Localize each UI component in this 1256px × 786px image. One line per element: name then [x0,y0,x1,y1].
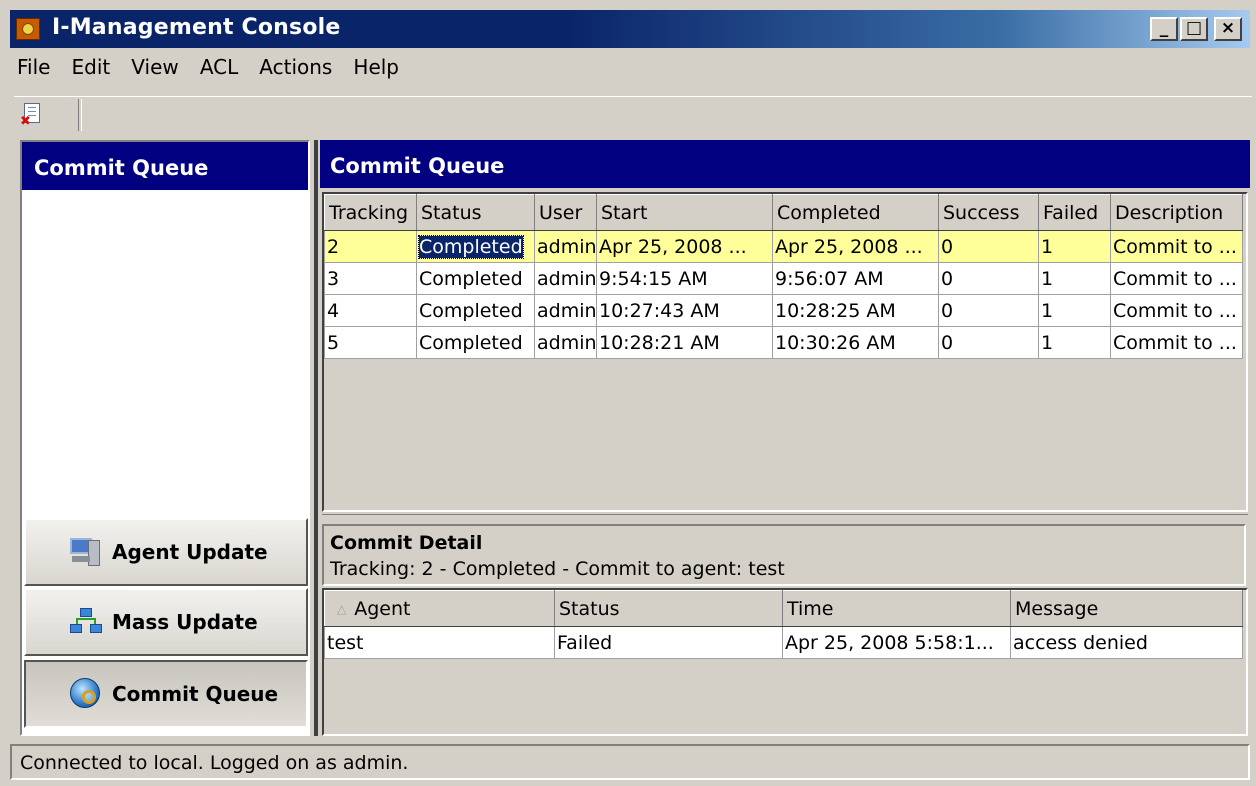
table-header-row: Tracking Status User Start Completed Suc… [324,194,1243,231]
red-x-icon: ✖ [20,114,31,129]
table-row[interactable]: 4 Completed admin 10:27:43 AM 10:28:25 A… [324,294,1243,327]
agent-update-button[interactable]: Agent Update [24,518,308,586]
cell-success[interactable]: 0 [938,294,1039,327]
commit-queue-icon [70,678,102,710]
cell-success[interactable]: 0 [938,326,1039,359]
mass-update-label: Mass Update [112,610,258,634]
cell-user[interactable]: admin [534,326,597,359]
menu-edit[interactable]: Edit [65,52,119,79]
column-header-agent-label: Agent [354,597,411,620]
toolbar-separator [78,99,82,131]
mass-update-button[interactable]: Mass Update [24,588,308,656]
cell-success[interactable]: 0 [938,262,1039,295]
maximize-icon: □ [1185,18,1203,38]
cell-tracking[interactable]: 4 [324,294,417,327]
menu-file[interactable]: File [10,52,58,79]
minimize-icon: _ [1159,18,1169,38]
left-navigation-panel: Commit Queue Agent Update Mass Update Co… [20,140,310,736]
close-icon: × [1220,18,1236,38]
commit-queue-table: Tracking Status User Start Completed Suc… [322,192,1248,512]
menu-view[interactable]: View [124,52,186,79]
mass-update-icon [70,606,102,638]
window-title: I-Management Console [52,15,341,40]
cell-status-text: Completed [418,234,524,259]
commit-detail-panel: Commit Detail Tracking: 2 - Completed - … [322,524,1246,586]
toolbar: ✖ [14,96,1252,135]
column-header-status[interactable]: Status [416,194,535,231]
cell-status[interactable]: Failed [554,626,783,659]
cell-description[interactable]: Commit to ... [1110,294,1243,327]
commit-detail-title: Commit Detail [330,532,483,554]
column-header-tracking[interactable]: Tracking [324,194,417,231]
column-header-message[interactable]: Message [1010,590,1243,627]
cell-success[interactable]: 0 [938,230,1039,263]
cell-failed[interactable]: 1 [1038,230,1111,263]
main-window: I-Management Console _ □ × File Edit Vie… [0,0,1256,786]
agent-update-icon [70,536,102,568]
agent-update-label: Agent Update [112,540,268,564]
menu-help[interactable]: Help [346,52,407,79]
commit-detail-subtitle: Tracking: 2 - Completed - Commit to agen… [330,558,785,580]
commit-queue-label: Commit Queue [112,682,279,706]
column-header-status[interactable]: Status [554,590,783,627]
cell-failed[interactable]: 1 [1038,294,1111,327]
column-header-success[interactable]: Success [938,194,1039,231]
column-header-description[interactable]: Description [1110,194,1243,231]
app-icon[interactable] [16,18,40,40]
left-panel-header: Commit Queue [22,142,308,190]
menu-actions[interactable]: Actions [252,52,340,79]
commit-queue-button[interactable]: Commit Queue [24,660,308,728]
cell-status[interactable]: Completed [416,294,535,327]
maximize-button[interactable]: □ [1180,17,1208,41]
cell-completed[interactable]: 10:30:26 AM [772,326,939,359]
cell-status[interactable]: Completed [416,230,535,263]
title-bar[interactable]: I-Management Console _ □ × [10,10,1250,48]
column-header-failed[interactable]: Failed [1038,194,1111,231]
cell-agent[interactable]: test [324,626,555,659]
minimize-button[interactable]: _ [1150,17,1178,41]
table-row[interactable]: 2 Completed admin Apr 25, 2008 ... Apr 2… [324,230,1243,263]
cell-start[interactable]: 10:27:43 AM [596,294,773,327]
cell-tracking[interactable]: 3 [324,262,417,295]
horizontal-splitter[interactable] [322,514,1248,520]
detail-header-row: △ Agent Status Time Message [324,590,1243,627]
column-header-time[interactable]: Time [782,590,1011,627]
cell-completed[interactable]: 9:56:07 AM [772,262,939,295]
cell-description[interactable]: Commit to ... [1110,262,1243,295]
main-panel-header: Commit Queue [320,140,1250,188]
cell-tracking[interactable]: 5 [324,326,417,359]
column-header-user[interactable]: User [534,194,597,231]
cell-time[interactable]: Apr 25, 2008 5:58:1... [782,626,1011,659]
table-row[interactable]: 3 Completed admin 9:54:15 AM 9:56:07 AM … [324,262,1243,295]
cell-completed[interactable]: Apr 25, 2008 ... [772,230,939,263]
table-row[interactable]: test Failed Apr 25, 2008 5:58:1... acces… [324,626,1243,659]
cell-description[interactable]: Commit to ... [1110,326,1243,359]
cell-start[interactable]: Apr 25, 2008 ... [596,230,773,263]
cell-description[interactable]: Commit to ... [1110,230,1243,263]
cell-start[interactable]: 9:54:15 AM [596,262,773,295]
cell-user[interactable]: admin [534,230,597,263]
menu-bar: File Edit View ACL Actions Help [10,52,407,84]
cell-completed[interactable]: 10:28:25 AM [772,294,939,327]
vertical-splitter[interactable] [314,140,318,736]
column-header-start[interactable]: Start [596,194,773,231]
cell-user[interactable]: admin [534,294,597,327]
sort-ascending-icon: △ [337,601,347,616]
column-header-agent[interactable]: △ Agent [324,590,555,627]
menu-acl[interactable]: ACL [193,52,246,79]
cell-failed[interactable]: 1 [1038,262,1111,295]
close-button[interactable]: × [1214,17,1242,41]
cell-status[interactable]: Completed [416,326,535,359]
commit-detail-table: △ Agent Status Time Message test Failed A… [322,588,1248,736]
table-row[interactable]: 5 Completed admin 10:28:21 AM 10:30:26 A… [324,326,1243,359]
cell-start[interactable]: 10:28:21 AM [596,326,773,359]
cell-user[interactable]: admin [534,262,597,295]
column-header-completed[interactable]: Completed [772,194,939,231]
cell-status[interactable]: Completed [416,262,535,295]
cell-failed[interactable]: 1 [1038,326,1111,359]
status-bar: Connected to local. Logged on as admin. [10,744,1250,780]
cell-tracking[interactable]: 2 [324,230,417,263]
cell-message[interactable]: access denied [1010,626,1243,659]
delete-document-button[interactable]: ✖ [20,101,42,129]
